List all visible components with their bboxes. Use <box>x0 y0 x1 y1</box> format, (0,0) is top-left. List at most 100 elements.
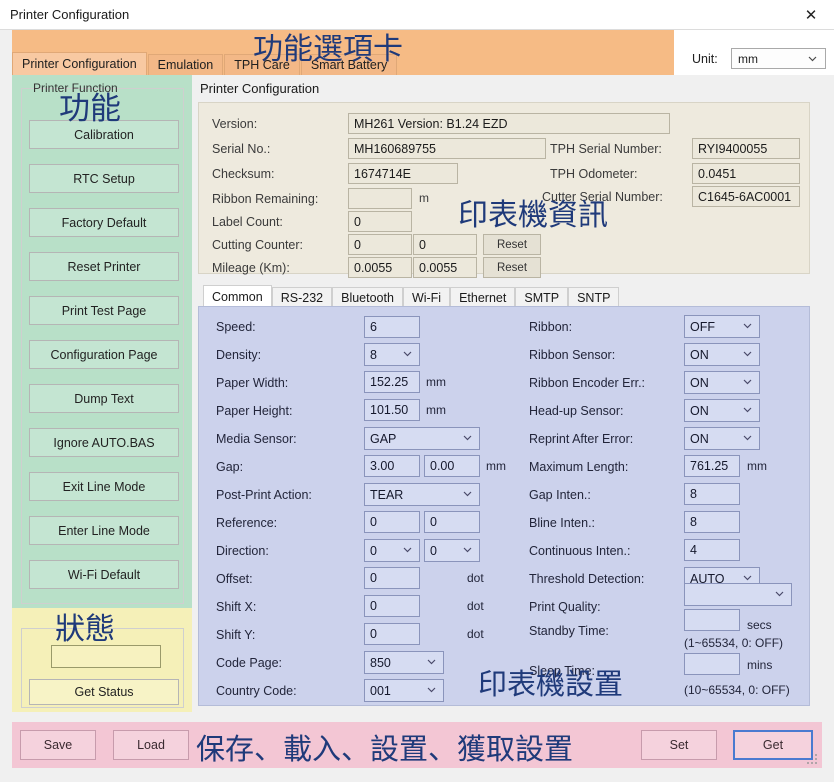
head-up-sensor-select[interactable]: ON <box>684 399 760 422</box>
gap-unit: mm <box>486 459 506 473</box>
button-label: Wi-Fi Default <box>67 567 141 582</box>
button-label: RTC Setup <box>73 171 135 186</box>
print-test-page-button[interactable]: Print Test Page <box>29 296 179 325</box>
ribbon-sensor-select[interactable]: ON <box>684 343 760 366</box>
factory-default-button[interactable]: Factory Default <box>29 208 179 237</box>
button-label: Get Status <box>74 685 134 699</box>
tab-bluetooth[interactable]: Bluetooth <box>332 287 403 307</box>
speed-input[interactable]: 6 <box>364 316 420 338</box>
exit-line-mode-button[interactable]: Exit Line Mode <box>29 472 179 501</box>
ribbon-sensor-label: Ribbon Sensor: <box>529 348 616 362</box>
shift-x-input[interactable]: 0 <box>364 595 420 617</box>
tab-label: TPH Care <box>234 58 290 72</box>
tab-smart-battery[interactable]: Smart Battery <box>300 54 398 75</box>
shift-x-label: Shift X: <box>216 600 257 614</box>
reference-input-2[interactable]: 0 <box>424 511 480 533</box>
load-button[interactable]: SetLoad <box>113 730 189 760</box>
gap-inten-input[interactable]: 8 <box>684 483 740 505</box>
bline-inten-label: Bline Inten.: <box>529 516 596 530</box>
media-sensor-select[interactable]: GAP <box>364 427 480 450</box>
direction-label: Direction: <box>216 544 269 558</box>
tab-label: Common <box>212 289 263 304</box>
bline-inten-input[interactable]: 8 <box>684 511 740 533</box>
ribbon-label: Ribbon: <box>529 320 573 334</box>
main-tab-list: Printer Configuration Emulation TPH Care… <box>12 52 398 75</box>
tab-label: Bluetooth <box>341 290 394 305</box>
ribbon-remaining-value <box>348 188 412 209</box>
speed-label: Speed: <box>216 320 256 334</box>
sleep-time-label: Sleep Time: <box>529 664 596 678</box>
ignore-autobas-button[interactable]: Ignore AUTO.BAS <box>29 428 179 457</box>
tab-wifi[interactable]: Wi-Fi <box>402 287 451 307</box>
unit-label: Unit: <box>692 52 718 66</box>
chevron-down-icon <box>742 348 753 359</box>
offset-unit: dot <box>467 571 484 585</box>
chevron-down-icon <box>426 656 437 667</box>
code-page-select[interactable]: 850 <box>364 651 444 674</box>
tab-smtp[interactable]: SMTP <box>515 287 569 307</box>
unit-select[interactable]: mm <box>731 48 826 69</box>
button-label: Dump Text <box>74 391 134 406</box>
post-print-action-select[interactable]: TEAR <box>364 483 480 506</box>
button-label: Configuration Page <box>50 347 158 362</box>
button-label: Ignore AUTO.BAS <box>53 435 155 450</box>
paper-width-input[interactable]: 152.25 <box>364 371 420 393</box>
status-input[interactable] <box>51 645 161 668</box>
tab-label: Wi-Fi <box>411 290 442 305</box>
close-icon[interactable]: ✕ <box>788 0 834 29</box>
chevron-down-icon <box>462 544 473 555</box>
cutter-serial-label: Cutter Serial Number: <box>542 190 663 204</box>
enter-line-mode-button[interactable]: Enter Line Mode <box>29 516 179 545</box>
tab-label: Ethernet <box>459 290 507 305</box>
cutter-serial-value: C1645-6AC0001 <box>692 186 800 207</box>
ribbon-select[interactable]: OFF <box>684 315 760 338</box>
ribbon-remaining-label: Ribbon Remaining: <box>212 192 319 206</box>
reprint-after-error-select[interactable]: ON <box>684 427 760 450</box>
direction-select-2[interactable]: 0 <box>424 539 480 562</box>
tab-label: SMTP <box>524 290 560 305</box>
tab-sntp[interactable]: SNTP <box>568 287 620 307</box>
gap-input-2[interactable]: 0.00 <box>424 455 480 477</box>
gap-inten-label: Gap Inten.: <box>529 488 591 502</box>
get-button[interactable]: Get <box>733 730 813 760</box>
chevron-down-icon <box>426 684 437 695</box>
gap-input-1[interactable]: 3.00 <box>364 455 420 477</box>
standby-time-input[interactable] <box>684 609 740 631</box>
tab-tph-care[interactable]: TPH Care <box>224 54 300 75</box>
serial-no-value: MH160689755 <box>348 138 546 159</box>
tab-emulation[interactable]: Emulation <box>147 54 224 75</box>
direction-select-1[interactable]: 0 <box>364 539 420 562</box>
density-select[interactable]: 8 <box>364 343 420 366</box>
rtc-setup-button[interactable]: RTC Setup <box>29 164 179 193</box>
cutting-counter-label: Cutting Counter: <box>212 238 304 252</box>
dump-text-button[interactable]: Dump Text <box>29 384 179 413</box>
media-sensor-label: Media Sensor: <box>216 432 297 446</box>
wifi-default-button[interactable]: Wi-Fi Default <box>29 560 179 589</box>
shift-y-input[interactable]: 0 <box>364 623 420 645</box>
paper-height-input[interactable]: 101.50 <box>364 399 420 421</box>
print-quality-select[interactable] <box>684 583 792 606</box>
tab-common[interactable]: Common <box>203 285 272 307</box>
country-code-select[interactable]: 001 <box>364 679 444 702</box>
get-status-button[interactable]: Get Status <box>29 679 179 705</box>
sleep-time-hint: (10~65534, 0: OFF) <box>684 683 790 697</box>
continuous-inten-input[interactable]: 4 <box>684 539 740 561</box>
ribbon-encoder-error-select[interactable]: ON <box>684 371 760 394</box>
mileage-reset-button[interactable]: Reset <box>483 257 541 278</box>
tab-printer-configuration[interactable]: Printer Configuration <box>12 52 147 75</box>
offset-input[interactable]: 0 <box>364 567 420 589</box>
save-button[interactable]: Save <box>20 730 96 760</box>
set-button[interactable]: Set <box>641 730 717 760</box>
maximum-length-input[interactable]: 761.25 <box>684 455 740 477</box>
reference-input-1[interactable]: 0 <box>364 511 420 533</box>
calibration-button[interactable]: Calibration <box>29 120 179 149</box>
cutting-counter-reset-button[interactable]: Reset <box>483 234 541 255</box>
tab-label: Smart Battery <box>310 58 388 72</box>
configuration-page-button[interactable]: Configuration Page <box>29 340 179 369</box>
reset-printer-button[interactable]: Reset Printer <box>29 252 179 281</box>
sleep-time-input[interactable] <box>684 653 740 675</box>
chevron-down-icon <box>742 404 753 415</box>
ribbon-value: OFF <box>690 319 715 334</box>
tab-rs232[interactable]: RS-232 <box>271 287 333 307</box>
tab-ethernet[interactable]: Ethernet <box>450 287 516 307</box>
